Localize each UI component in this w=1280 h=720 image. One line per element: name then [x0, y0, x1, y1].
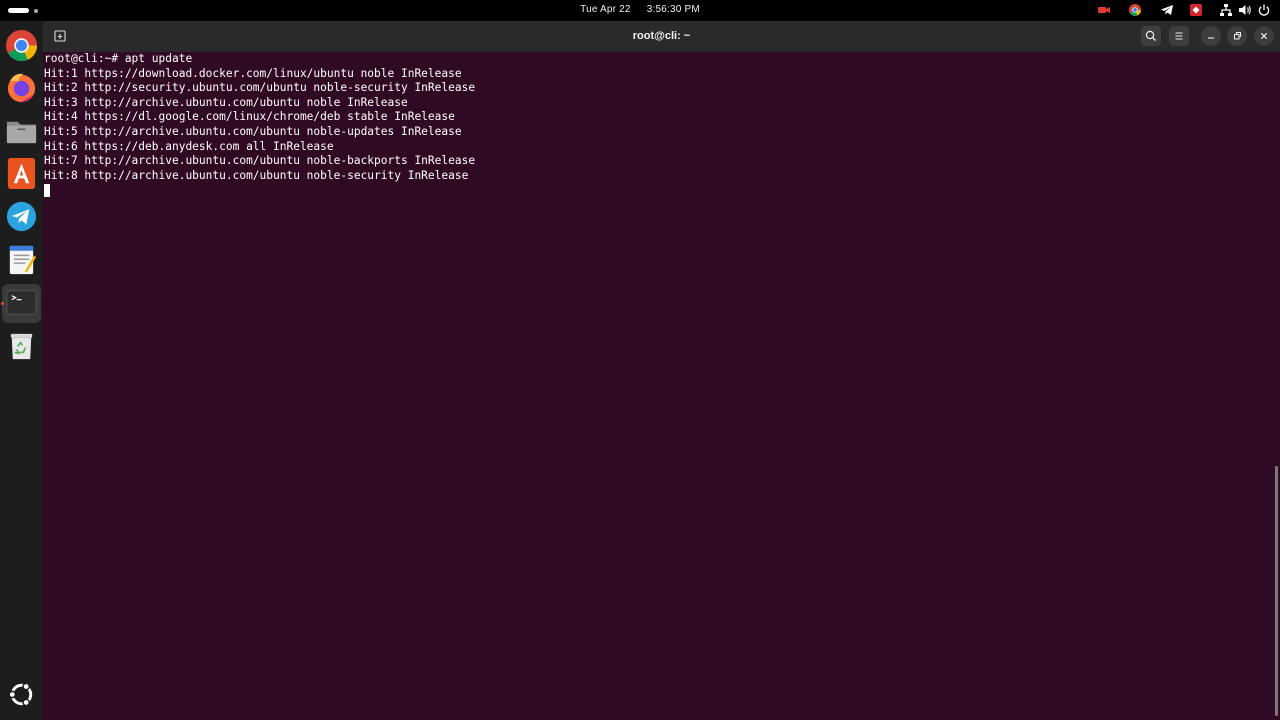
telegram-icon[interactable] — [1160, 3, 1174, 17]
top-bar: Tue Apr 22 3:56:30 PM — [0, 0, 1280, 21]
terminal-icon[interactable] — [4, 285, 39, 320]
volume-icon[interactable] — [1238, 3, 1252, 17]
terminal-line: Hit:8 http://archive.ubuntu.com/ubuntu n… — [44, 168, 469, 182]
scrollbar[interactable] — [1275, 466, 1278, 716]
screen-record-icon[interactable] — [1097, 3, 1111, 17]
clock[interactable]: Tue Apr 22 3:56:30 PM — [0, 4, 1280, 15]
terminal-window: root@cli: ~ root@cli:~# apt update Hit:1… — [43, 21, 1280, 720]
ubuntu-logo-icon[interactable] — [4, 677, 39, 712]
text-editor-icon[interactable] — [4, 242, 39, 277]
minimize-button[interactable] — [1201, 26, 1221, 46]
restore-button[interactable] — [1227, 26, 1247, 46]
terminal-line: Hit:3 http://archive.ubuntu.com/ubuntu n… — [44, 95, 408, 109]
power-icon[interactable] — [1257, 3, 1271, 17]
terminal-line: Hit:6 https://deb.anydesk.com all InRele… — [44, 139, 334, 153]
firefox-icon[interactable] — [4, 70, 39, 105]
terminal-line: Hit:1 https://download.docker.com/linux/… — [44, 66, 462, 80]
text-cursor — [44, 183, 50, 197]
title-bar[interactable]: root@cli: ~ — [43, 21, 1280, 52]
window-title: root@cli: ~ — [632, 30, 691, 42]
files-icon[interactable] — [4, 113, 39, 148]
clock-time: 3:56:30 PM — [646, 4, 700, 15]
dock — [0, 21, 43, 720]
terminal-line: Hit:5 http://archive.ubuntu.com/ubuntu n… — [44, 124, 462, 138]
close-button[interactable] — [1254, 26, 1274, 46]
terminal-line: Hit:4 https://dl.google.com/linux/chrome… — [44, 110, 455, 124]
clock-date: Tue Apr 22 — [580, 4, 631, 15]
chrome-icon[interactable] — [1128, 3, 1142, 17]
chrome-icon[interactable] — [4, 28, 39, 63]
terminal-line: Hit:2 http://security.ubuntu.com/ubuntu … — [44, 81, 476, 95]
network-icon[interactable] — [1219, 3, 1233, 17]
telegram-icon[interactable] — [4, 199, 39, 234]
cursor-line — [44, 183, 1269, 198]
terminal-line: Hit:7 http://archive.ubuntu.com/ubuntu n… — [44, 154, 476, 168]
anydesk-icon[interactable] — [1189, 3, 1203, 17]
app-center-icon[interactable] — [4, 156, 39, 191]
terminal-line: root@cli:~# apt update — [44, 52, 193, 65]
menu-button[interactable] — [1169, 26, 1189, 46]
search-button[interactable] — [1141, 26, 1161, 46]
terminal-output[interactable]: root@cli:~# apt update Hit:1 https://dow… — [44, 52, 1269, 712]
trash-icon[interactable] — [4, 328, 39, 363]
